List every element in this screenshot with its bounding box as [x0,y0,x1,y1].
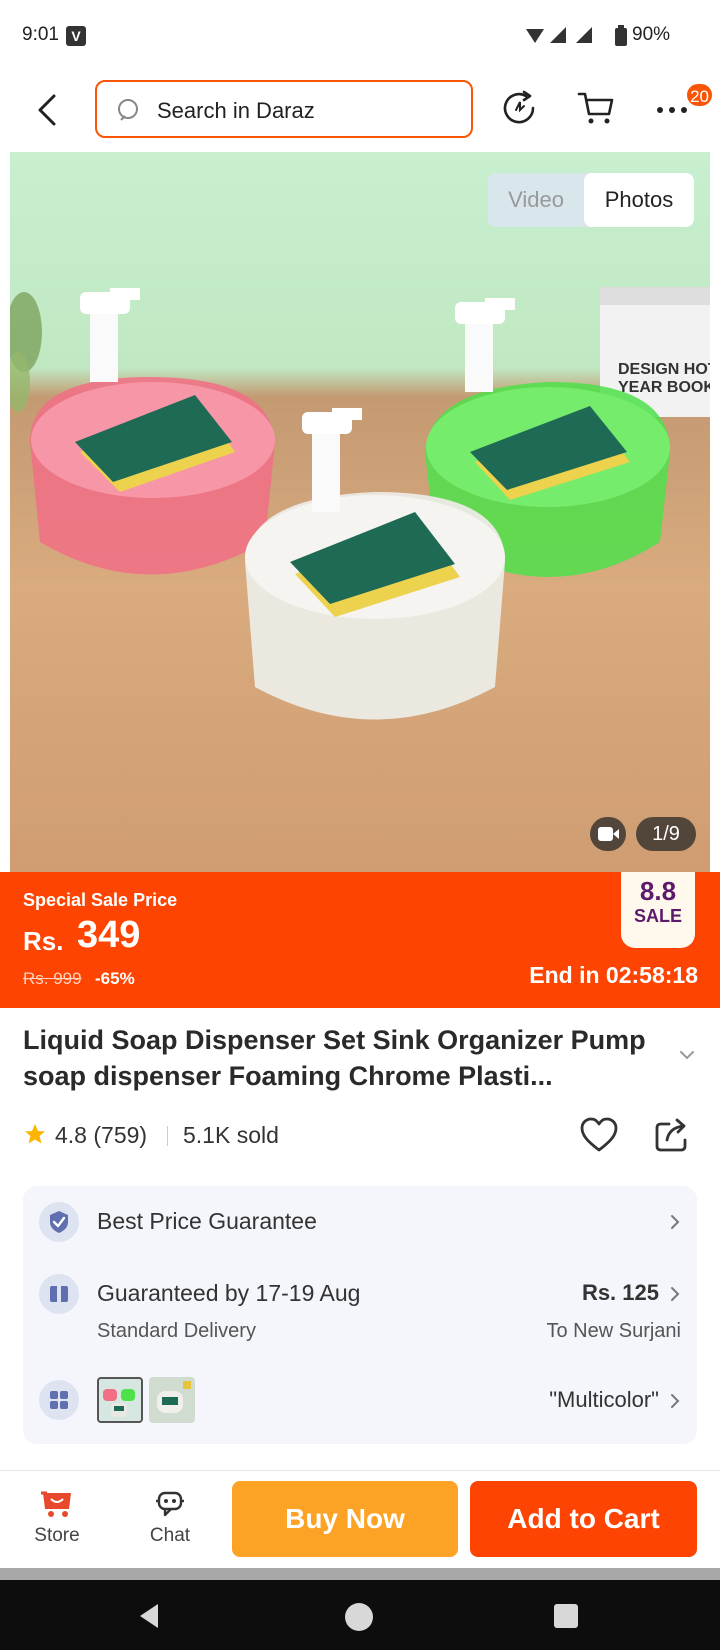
system-nav-bar [0,1580,720,1650]
price-currency: Rs. [23,926,64,956]
store-button[interactable]: Store [17,1489,97,1547]
bottom-action-bar: Store Chat Buy Now Add to Cart [0,1470,720,1568]
cart-count-badge: 20 [685,82,714,108]
product-photo: DESIGN HOT YEAR BOOK [10,287,710,720]
rating-value[interactable]: 4.8 (759) [55,1122,147,1149]
sale-banner: Special Sale Price Rs. 349 Rs. 999 -65% … [0,872,720,1008]
add-to-cart-button[interactable]: Add to Cart [470,1481,697,1557]
sold-count: 5.1K sold [183,1122,279,1148]
rating-row: 4.8 (759) 5.1K sold [23,1114,703,1154]
selected-variant: "Multicolor" [549,1387,659,1412]
video-icon[interactable] [590,817,626,851]
store-label: Store [34,1525,80,1546]
tab-photos[interactable]: Photos [584,173,694,227]
product-title[interactable]: Liquid Soap Dispenser Set Sink Organizer… [23,1022,663,1094]
delivery-type: Standard Delivery [97,1320,256,1342]
history-icon[interactable] [500,88,540,128]
battery-icon [615,25,627,46]
battery-percent: 90% [632,24,671,45]
share-icon[interactable] [653,1116,691,1154]
cart-icon[interactable] [576,88,616,128]
nav-back-icon[interactable] [136,1602,164,1630]
buy-now-button[interactable]: Buy Now [232,1481,458,1557]
star-icon [25,1124,45,1144]
variant-thumbnail-multicolor[interactable] [97,1377,143,1423]
store-icon [41,1491,71,1517]
chevron-right-icon [671,1215,680,1229]
delivery-row[interactable]: Guaranteed by 17-19 Aug Rs. 125 Standard… [23,1258,697,1358]
divider-strip [0,1568,720,1580]
photo-counter: 1/9 [636,817,696,851]
delivery-title: Guaranteed by 17-19 Aug [97,1280,361,1306]
back-arrow-icon[interactable] [30,90,66,130]
campaign-logo-word: SALE [633,906,682,926]
chevron-right-icon [671,1394,680,1408]
nav-home-icon[interactable] [344,1602,374,1632]
chat-button[interactable]: Chat [130,1489,210,1547]
best-price-label: Best Price Guarantee [97,1208,317,1234]
wishlist-heart-icon[interactable] [579,1116,619,1154]
chevron-right-icon [671,1287,680,1301]
search-placeholder: Search in Daraz [157,98,315,123]
nav-recents-icon[interactable] [553,1603,579,1629]
svg-text:DESIGN HOT: DESIGN HOT [618,361,710,378]
chat-label: Chat [149,1525,191,1546]
tab-video[interactable]: Video [488,173,584,227]
variant-thumbnail-clear[interactable] [149,1377,195,1423]
product-image[interactable]: DESIGN HOT YEAR BOOK Video Photos 1/9 [10,152,710,872]
variant-row[interactable]: "Multicolor" [23,1358,697,1444]
svg-text:YEAR BOOK: YEAR BOOK [618,379,710,396]
variants-grid-icon [39,1380,79,1420]
info-card: Best Price Guarantee Guaranteed by 17-19… [23,1186,697,1444]
sale-label: Special Sale Price [23,890,178,910]
top-header: Search in Daraz 20 [0,72,720,152]
search-icon [118,99,138,121]
shield-check-icon [39,1202,79,1242]
signal-wifi-icon [526,27,592,43]
status-bar: 9:01 V 90% [0,0,720,72]
media-toggle: Video Photos [488,173,694,227]
discount-percent: -65% [95,969,135,988]
delivery-fee: Rs. 125 [581,1280,659,1305]
delivery-box-icon [39,1274,79,1314]
countdown-timer: End in 02:58:18 [529,962,698,988]
search-input[interactable]: Search in Daraz [95,80,473,138]
sale-price: 349 [77,914,141,956]
best-price-row[interactable]: Best Price Guarantee [23,1186,697,1258]
delivery-destination: To New Surjani [546,1320,681,1342]
chat-robot-icon [156,1491,184,1517]
campaign-logo-number: 8.8 [639,876,677,906]
status-time: 9:01 [22,24,59,45]
campaign-logo: 8.8 SALE [621,872,695,948]
chevron-down-icon[interactable] [678,1048,696,1062]
notification-v-icon: V [66,26,86,46]
divider [167,1126,168,1146]
original-price: Rs. 999 [23,969,82,988]
